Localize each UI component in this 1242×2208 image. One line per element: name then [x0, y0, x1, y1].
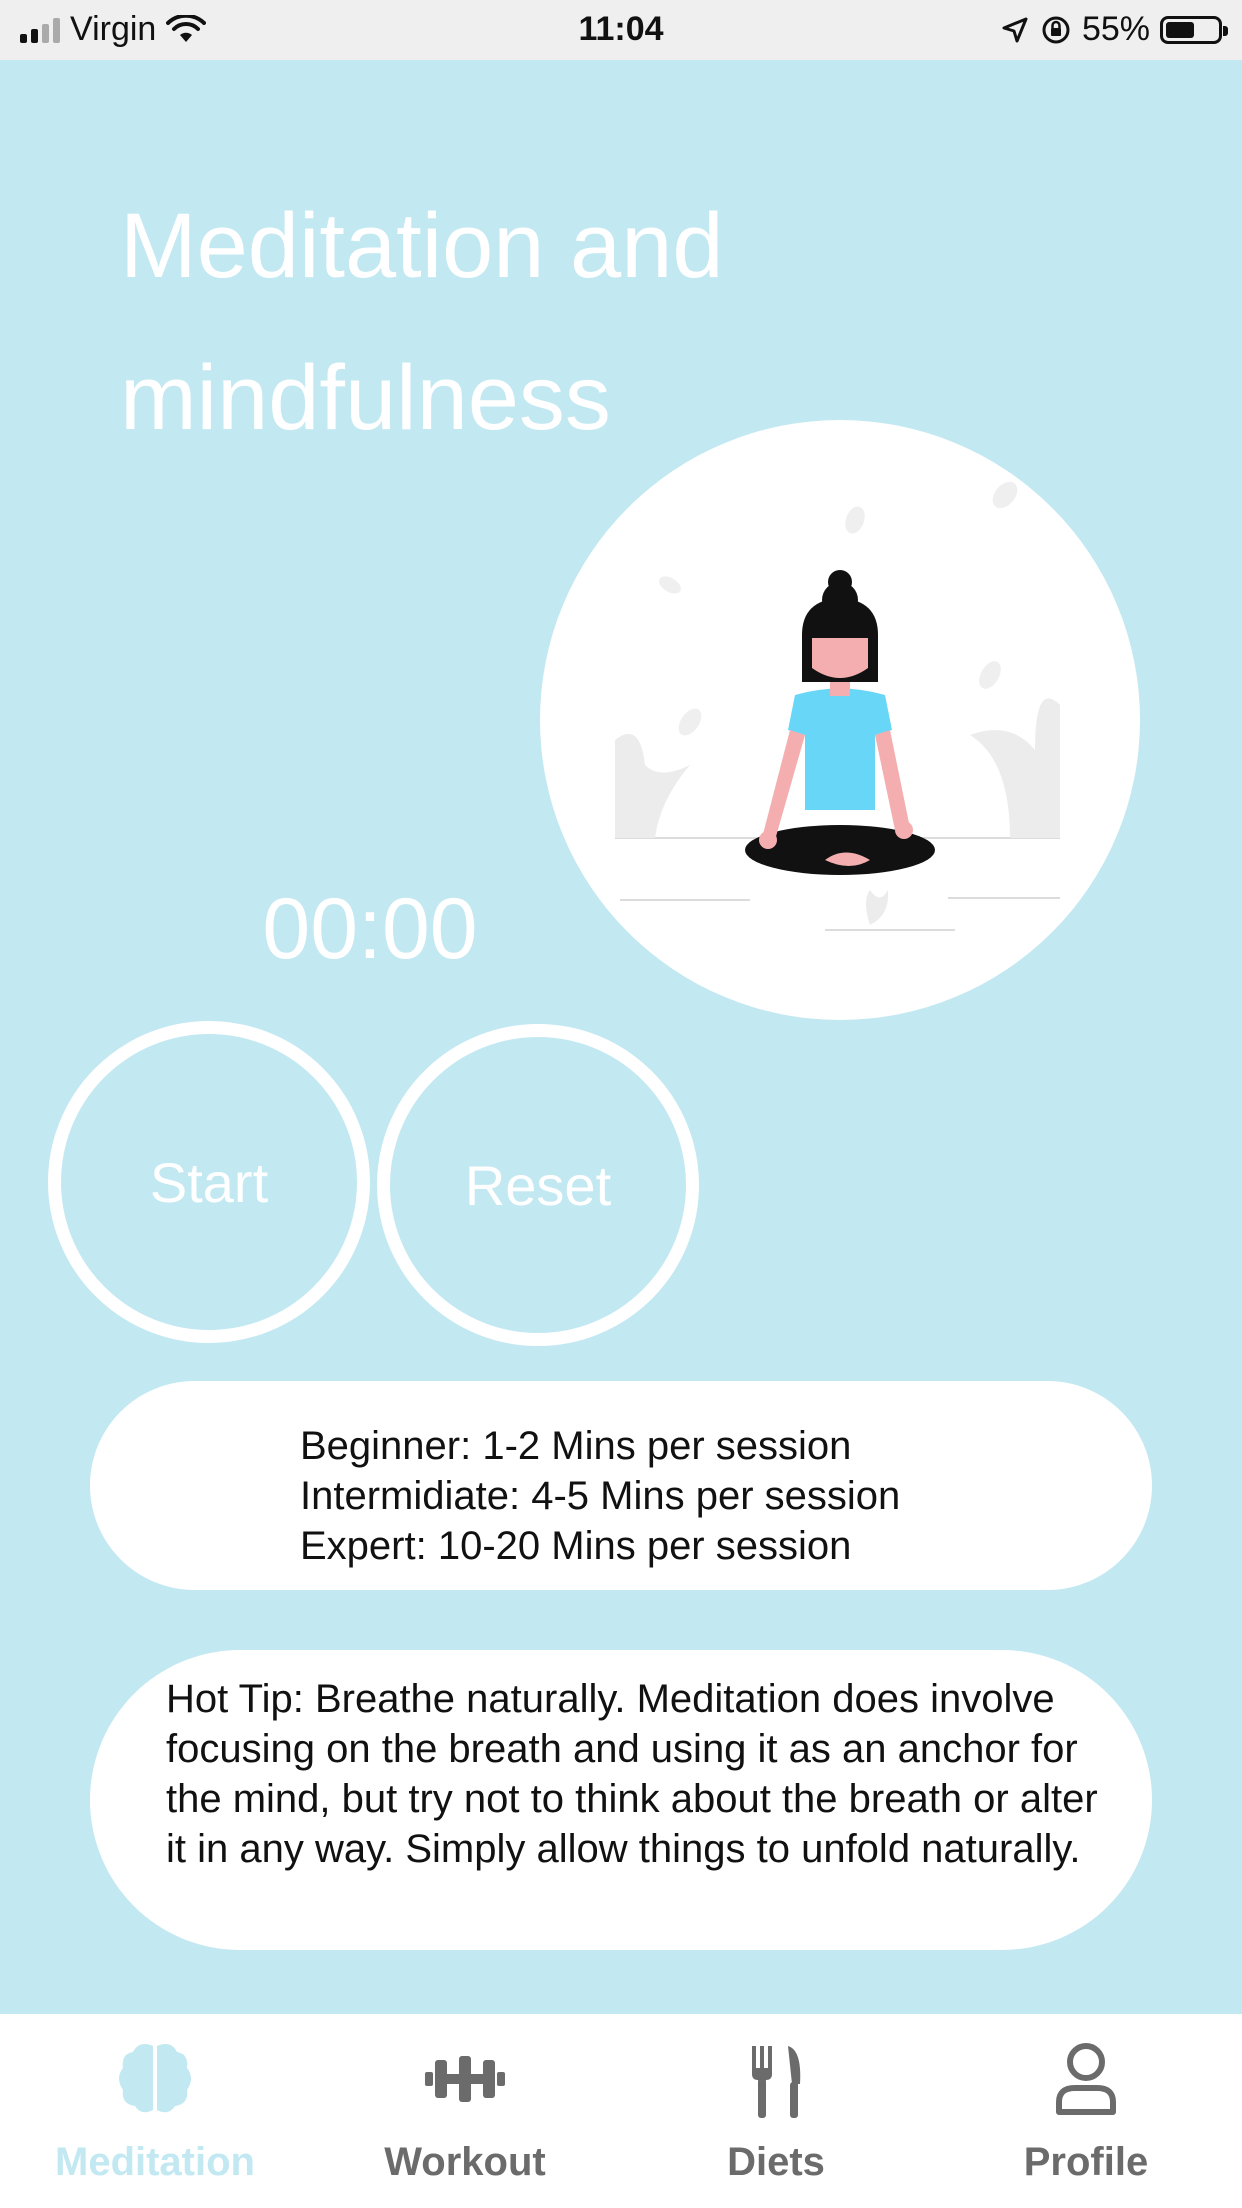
start-button-label: Start: [149, 1150, 269, 1214]
level-beginner: Beginner: 1-2 Mins per session: [300, 1424, 852, 1468]
reset-button-label: Reset: [464, 1153, 612, 1217]
status-bar: Virgin 11:04 55%: [0, 0, 1242, 60]
level-intermediate: Intermidiate: 4-5 Mins per session: [300, 1474, 901, 1518]
dumbbell-icon: [425, 2056, 505, 2102]
battery-icon: [1160, 15, 1228, 44]
tab-meditation[interactable]: Meditation: [0, 2034, 310, 2185]
hot-tip-text: Hot Tip: Breathe naturally. Meditation d…: [166, 1677, 1098, 1871]
meditation-illustration: [540, 420, 1140, 1020]
person-icon: [1056, 2043, 1116, 2115]
session-levels-card: Beginner: 1-2 Mins per session Intermidi…: [90, 1381, 1152, 1590]
level-expert: Expert: 10-20 Mins per session: [300, 1524, 852, 1568]
reset-button[interactable]: Reset: [377, 1024, 699, 1346]
tab-diets[interactable]: Diets: [621, 2034, 931, 2185]
location-arrow-icon: [1002, 17, 1028, 42]
meditating-woman-image: [615, 481, 1060, 931]
bottom-tab-bar: Meditation Workout Diets Profile: [0, 2014, 1242, 2208]
tab-workout[interactable]: Workout: [310, 2034, 620, 2185]
hot-tip-card: Hot Tip: Breathe naturally. Meditation d…: [90, 1650, 1152, 1950]
start-button[interactable]: Start: [48, 1021, 370, 1343]
rotation-lock-icon: [1042, 16, 1070, 43]
brain-icon: [119, 2044, 191, 2113]
tab-diets-label: Diets: [727, 2140, 825, 2184]
fork-knife-icon: [752, 2046, 801, 2118]
tab-profile[interactable]: Profile: [931, 2034, 1241, 2185]
tab-workout-label: Workout: [384, 2140, 546, 2184]
tab-meditation-label: Meditation: [55, 2140, 255, 2184]
battery-percent: 55%: [1081, 10, 1150, 48]
tab-profile-label: Profile: [1023, 2140, 1149, 2184]
title-line-1: Meditation and: [120, 195, 724, 297]
status-right: 55%: [1000, 10, 1228, 49]
timer-display: 00:00: [262, 881, 478, 977]
